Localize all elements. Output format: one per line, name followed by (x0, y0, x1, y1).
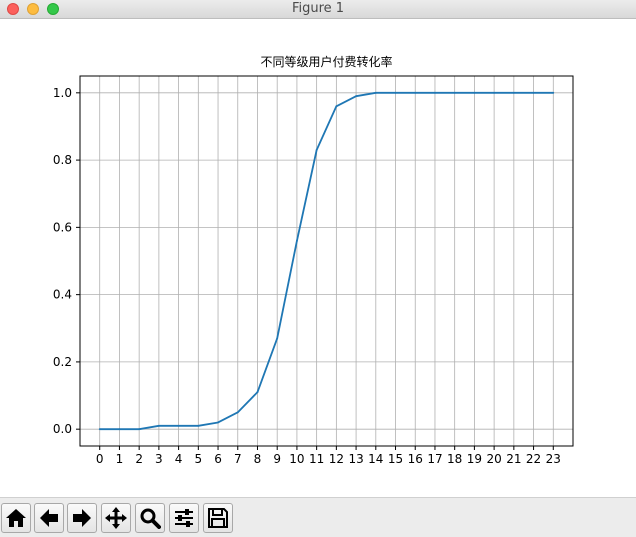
x-tick-label: 14 (368, 452, 383, 466)
x-tick-label: 6 (214, 452, 222, 466)
data-point (512, 91, 515, 94)
data-point (217, 421, 219, 424)
data-point (118, 428, 121, 431)
window-titlebar: Figure 1 (0, 0, 636, 19)
window-title: Figure 1 (291, 1, 345, 16)
chart-title: 不同等级用户付费转化率 (260, 54, 392, 69)
data-point (197, 424, 200, 427)
x-tick-label: 11 (309, 452, 324, 466)
arrow-right-icon (73, 509, 91, 527)
data-point (453, 91, 456, 94)
data-point (315, 149, 318, 151)
home-icon (6, 509, 26, 527)
data-point (434, 91, 436, 94)
x-tick-label: 2 (135, 452, 143, 466)
home-button[interactable] (1, 503, 31, 533)
x-tick-label: 3 (155, 452, 163, 466)
data-point (532, 91, 535, 94)
x-tick-label: 20 (486, 452, 501, 466)
forward-button[interactable] (67, 503, 97, 533)
x-tick-label: 17 (427, 452, 442, 466)
sliders-icon (175, 509, 193, 527)
x-tick-label: 0 (96, 452, 104, 466)
data-point (138, 428, 141, 431)
y-tick-label: 0.0 (53, 422, 72, 436)
configure-subplots-button[interactable] (169, 503, 199, 533)
data-point (256, 391, 259, 394)
data-point (374, 91, 377, 94)
data-point (276, 337, 279, 340)
data-point (236, 411, 239, 414)
data-point (473, 91, 476, 94)
x-tick-label: 12 (329, 452, 344, 466)
back-button[interactable] (34, 503, 64, 533)
y-tick-label: 0.2 (53, 355, 72, 369)
navigation-toolbar (0, 497, 636, 537)
data-point (177, 424, 180, 427)
move-icon (105, 507, 127, 529)
y-tick-label: 0.6 (53, 220, 72, 234)
x-tick-label: 4 (175, 452, 183, 466)
save-button[interactable] (203, 503, 233, 533)
y-tick-label: 1.0 (53, 86, 72, 100)
x-tick-label: 10 (289, 452, 304, 466)
x-tick-label: 18 (447, 452, 462, 466)
x-tick-label: 19 (467, 452, 482, 466)
x-tick-label: 5 (194, 452, 202, 466)
x-tick-label: 16 (408, 452, 423, 466)
data-point (98, 428, 101, 431)
x-tick-label: 23 (546, 452, 561, 466)
x-tick-label: 15 (388, 452, 403, 466)
x-tick-label: 21 (506, 452, 521, 466)
data-point (157, 424, 160, 427)
data-point (493, 91, 496, 94)
data-point (335, 105, 338, 108)
x-tick-label: 8 (254, 452, 262, 466)
x-tick-label: 13 (348, 452, 363, 466)
floppy-disk-icon (208, 508, 228, 528)
chart-canvas: 不同等级用户付费转化率0 1 2 3 4 5 6 7 8 9 10 11 12 13 14 15 16 17 18 1… (53, 54, 574, 466)
magnifier-icon (140, 508, 161, 529)
x-tick-label: 1 (116, 452, 124, 466)
series-line (99, 91, 554, 431)
arrow-left-icon (40, 509, 58, 527)
data-point (296, 239, 298, 242)
x-tick-label: 7 (234, 452, 242, 466)
data-point (394, 91, 397, 94)
data-point (414, 91, 417, 94)
x-tick-label: 9 (273, 452, 281, 466)
x-tick-label: 22 (526, 452, 541, 466)
pan-button[interactable] (101, 503, 131, 533)
zoom-button[interactable] (135, 503, 165, 533)
y-tick-label: 0.4 (53, 288, 72, 302)
data-point (552, 91, 555, 94)
data-point (355, 95, 357, 98)
y-tick-label: 0.8 (53, 153, 72, 167)
plot-frame (79, 75, 574, 447)
